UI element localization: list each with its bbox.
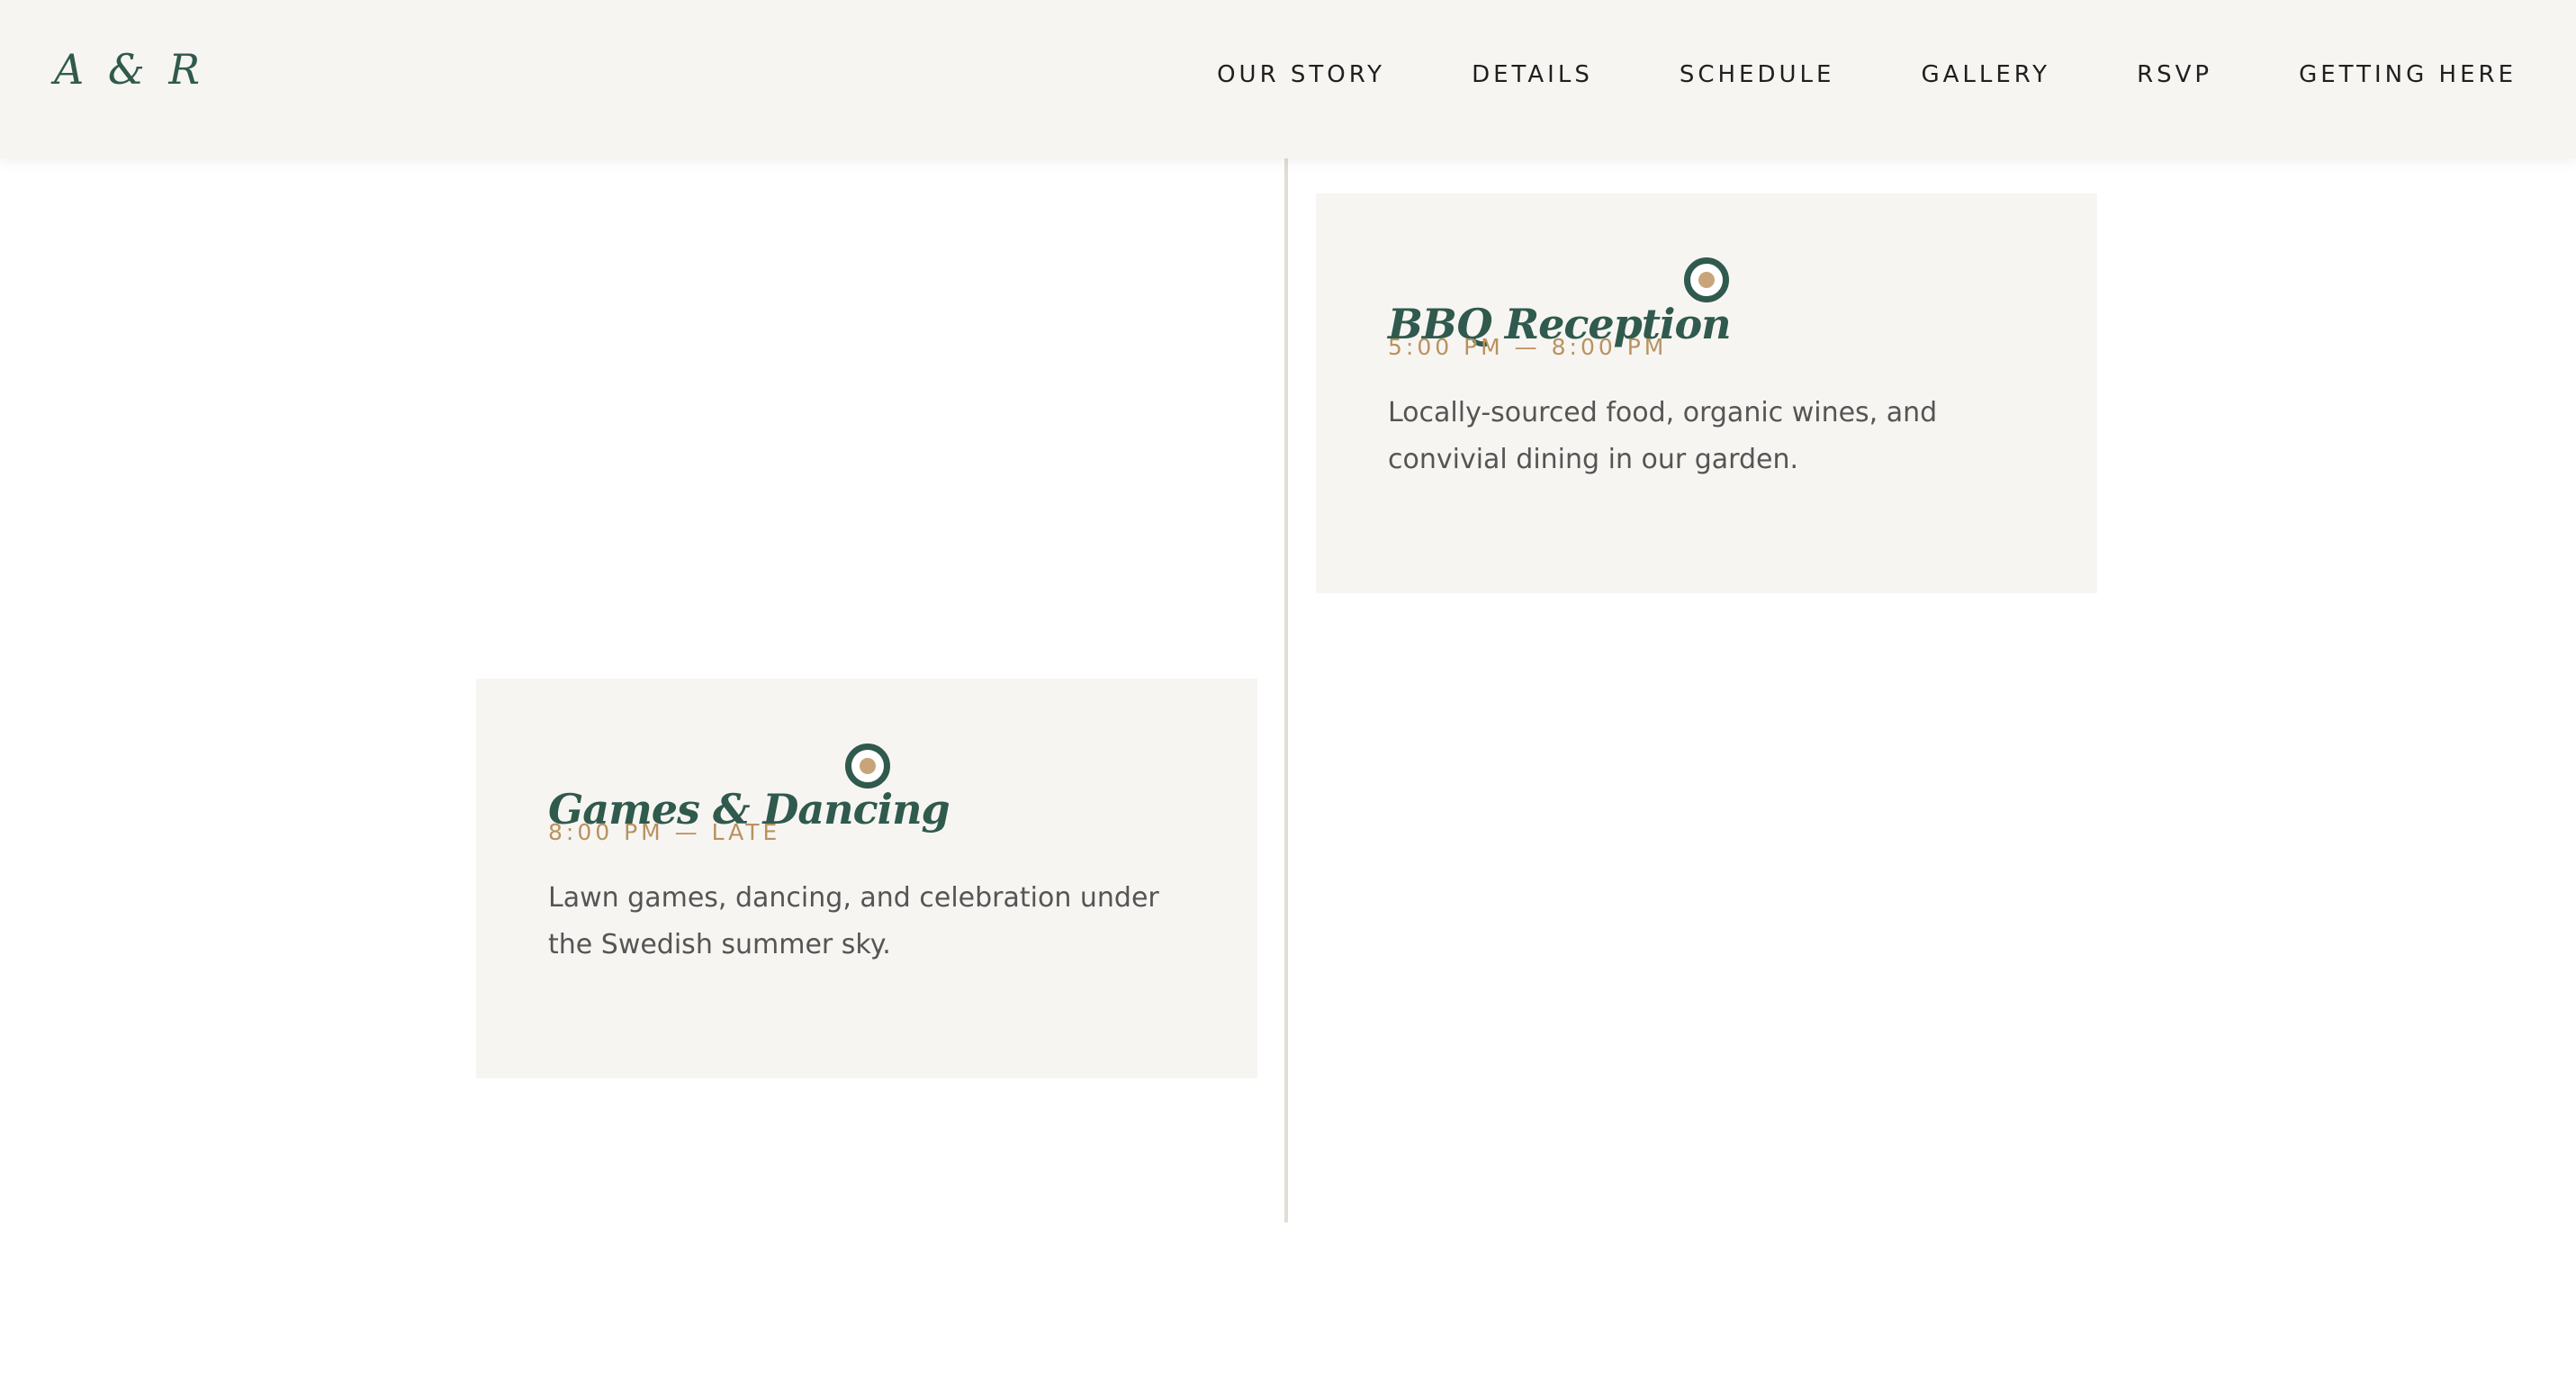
- event-card-bbq-reception: BBQ Reception 5:00 PM — 8:00 PM Locally-…: [1316, 194, 2097, 593]
- site-logo[interactable]: A & R: [54, 49, 205, 90]
- nav-schedule[interactable]: SCHEDULE: [1680, 63, 1835, 86]
- timeline-dot-icon: [845, 744, 890, 789]
- site-header: A & R OUR STORY DETAILS SCHEDULE GALLERY…: [0, 0, 2576, 158]
- event-time: 8:00 PM — LATE: [548, 819, 781, 845]
- event-description: Lawn games, dancing, and celebration und…: [548, 882, 1159, 960]
- main-nav: OUR STORY DETAILS SCHEDULE GALLERY RSVP …: [1217, 63, 2517, 86]
- timeline-dot-icon: [1684, 257, 1729, 302]
- timeline-line: [1284, 158, 1288, 1222]
- event-description: Locally-sourced food, organic wines, and…: [1388, 397, 1938, 475]
- nav-gallery[interactable]: GALLERY: [1921, 63, 2050, 86]
- nav-our-story[interactable]: OUR STORY: [1217, 63, 1385, 86]
- nav-getting-here[interactable]: GETTING HERE: [2299, 63, 2517, 86]
- event-card-games-dancing: Games & Dancing 8:00 PM — LATE Lawn game…: [476, 679, 1257, 1078]
- nav-rsvp[interactable]: RSVP: [2137, 63, 2212, 86]
- nav-details[interactable]: DETAILS: [1472, 63, 1593, 86]
- event-time: 5:00 PM — 8:00 PM: [1388, 334, 1668, 360]
